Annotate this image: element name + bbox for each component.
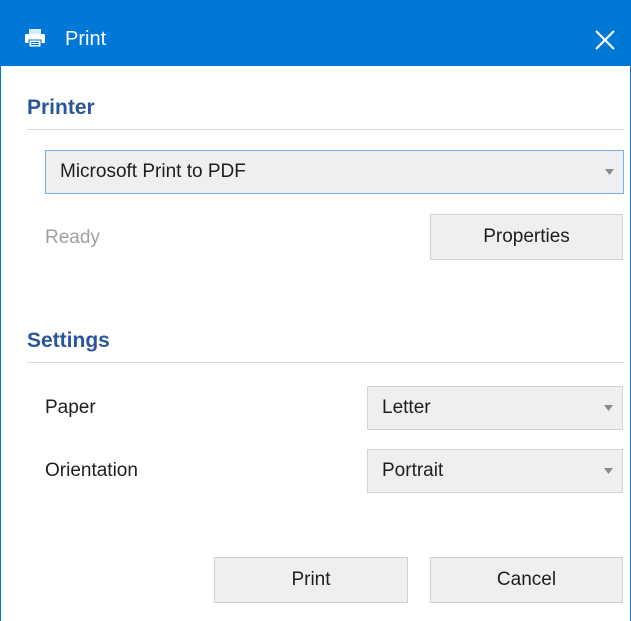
chevron-down-icon <box>605 169 614 175</box>
printer-status: Ready <box>45 227 100 248</box>
settings-section-divider <box>27 362 624 363</box>
orientation-label: Orientation <box>45 460 138 481</box>
settings-section-heading: Settings <box>27 329 110 352</box>
printer-section-divider <box>27 129 624 130</box>
printer-section-heading: Printer <box>27 96 95 119</box>
print-dialog: Print Printer Microsoft Print to PDF Rea… <box>0 0 631 621</box>
cancel-button[interactable]: Cancel <box>430 557 623 603</box>
printer-select-value: Microsoft Print to PDF <box>60 161 246 182</box>
chevron-down-icon <box>604 405 613 411</box>
title-bar: Print <box>1 0 631 66</box>
paper-select[interactable]: Letter <box>367 386 623 430</box>
chevron-down-icon <box>604 468 613 474</box>
paper-label: Paper <box>45 397 96 418</box>
close-icon[interactable] <box>591 26 619 54</box>
orientation-select-value: Portrait <box>382 460 444 481</box>
print-button[interactable]: Print <box>214 557 408 603</box>
printer-select[interactable]: Microsoft Print to PDF <box>45 150 624 194</box>
paper-select-value: Letter <box>382 397 431 418</box>
orientation-select[interactable]: Portrait <box>367 449 623 493</box>
printer-icon <box>25 29 45 48</box>
properties-button[interactable]: Properties <box>430 214 623 260</box>
dialog-title: Print <box>65 28 107 50</box>
